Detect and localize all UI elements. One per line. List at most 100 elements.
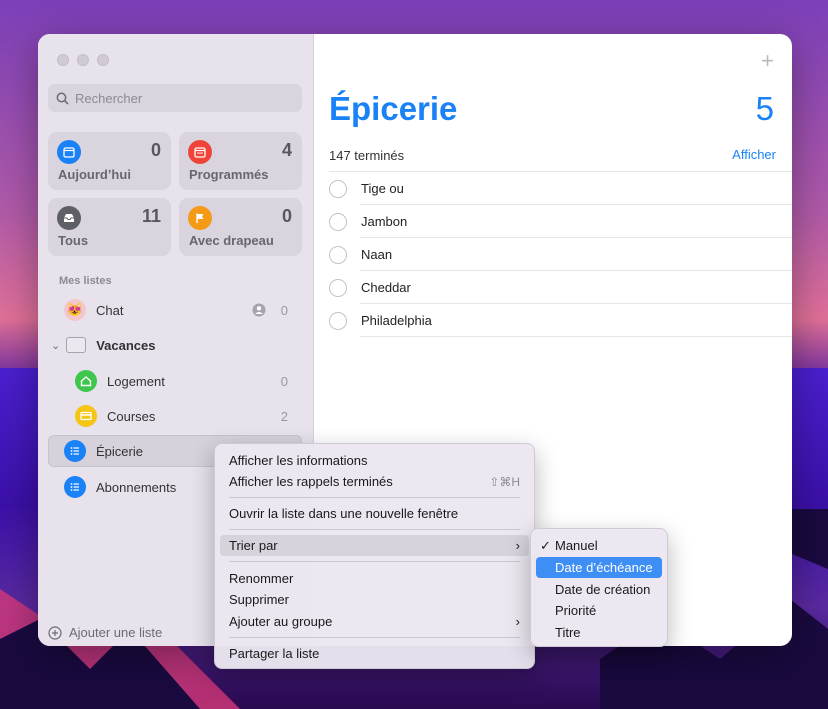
- task-checkbox[interactable]: [329, 179, 347, 198]
- sidebar-item-label: Courses: [107, 408, 156, 424]
- sidebar-item-label: Logement: [107, 373, 165, 389]
- sidebar-group-label: Vacances: [96, 337, 156, 353]
- smart-list-label: Avec drapeau: [189, 233, 274, 248]
- list-count: 5: [755, 90, 774, 127]
- task-checkbox[interactable]: [329, 311, 347, 330]
- sort-option-title[interactable]: Titre: [536, 622, 662, 643]
- smart-list-label: Aujourd’hui: [58, 167, 131, 182]
- menu-item-label: Renommer: [229, 571, 294, 586]
- smart-list-count: 0: [281, 206, 292, 226]
- task-title[interactable]: Philadelphia: [361, 313, 432, 328]
- sidebar-item-count: 2: [280, 408, 288, 424]
- menu-separator: [229, 637, 520, 638]
- sidebar-item-chat[interactable]: 😻 Chat 0: [48, 294, 302, 326]
- sidebar-item-label: Chat: [96, 302, 124, 318]
- menu-item-label: Date de création: [555, 582, 651, 597]
- sidebar-item-logement[interactable]: Logement 0: [48, 365, 302, 397]
- task-title[interactable]: Cheddar: [361, 280, 411, 295]
- task-title[interactable]: Naan: [361, 247, 392, 262]
- smart-list-all[interactable]: 11 Tous: [48, 198, 171, 256]
- sidebar-item-label: Épicerie: [96, 443, 143, 459]
- task-row[interactable]: Cheddar: [329, 271, 792, 304]
- search-input[interactable]: Rechercher: [48, 84, 302, 112]
- menu-item-share-list[interactable]: Partager la liste: [220, 643, 529, 664]
- menu-item-label: Priorité: [555, 603, 597, 618]
- task-row[interactable]: Jambon: [329, 205, 792, 238]
- list-icon: [64, 476, 86, 498]
- menu-item-rename[interactable]: Renommer: [220, 568, 529, 589]
- plus-circle-icon: [48, 625, 62, 640]
- task-row[interactable]: Tige ou: [329, 172, 792, 205]
- menu-item-label: Ajouter au groupe: [229, 614, 333, 629]
- completed-count: 147 terminés: [329, 148, 405, 163]
- sort-option-due-date[interactable]: Date d’échéance: [536, 557, 662, 578]
- sidebar-item-label: Abonnements: [96, 479, 177, 495]
- menu-item-show-info[interactable]: Afficher les informations: [220, 450, 529, 471]
- task-title[interactable]: Tige ou: [361, 181, 404, 196]
- folder-icon: [66, 337, 87, 353]
- sort-option-priority[interactable]: Priorité: [536, 600, 662, 621]
- menu-item-label: Supprimer: [229, 592, 289, 607]
- menu-separator: [229, 529, 520, 530]
- sort-option-creation-date[interactable]: Date de création: [536, 579, 662, 600]
- menu-item-open-new-window[interactable]: Ouvrir la liste dans une nouvelle fenêtr…: [220, 503, 529, 524]
- add-list-button[interactable]: Ajouter une liste: [48, 625, 162, 640]
- search-placeholder: Rechercher: [75, 90, 143, 106]
- chevron-right-icon: ›: [515, 538, 520, 553]
- chevron-right-icon: ›: [515, 614, 520, 629]
- menu-item-delete[interactable]: Supprimer: [220, 589, 529, 610]
- task-row[interactable]: Philadelphia: [329, 304, 792, 337]
- smart-list-scheduled[interactable]: 4 Programmés: [179, 132, 302, 190]
- calendar-today-icon: [57, 140, 81, 164]
- my-lists-heading: Mes listes: [59, 275, 112, 287]
- menu-item-show-completed[interactable]: Afficher les rappels terminés ⇧⌘H: [220, 471, 529, 492]
- close-button[interactable]: [57, 54, 69, 66]
- smart-list-label: Programmés: [189, 167, 269, 182]
- home-icon: [75, 370, 97, 392]
- smart-list-today[interactable]: 0 Aujourd’hui: [48, 132, 171, 190]
- sidebar-item-count: 0: [280, 302, 288, 318]
- menu-separator: [229, 561, 520, 562]
- context-menu: Afficher les informations Afficher les r…: [214, 443, 535, 669]
- flag-icon: [188, 206, 212, 230]
- menu-item-label: Afficher les informations: [229, 453, 368, 468]
- add-list-label: Ajouter une liste: [69, 625, 163, 640]
- menu-item-label: Titre: [555, 625, 581, 640]
- task-row[interactable]: Naan: [329, 238, 792, 271]
- list-icon: [64, 440, 86, 462]
- calendar-icon: [188, 140, 212, 164]
- divider: [360, 336, 792, 337]
- sidebar-item-courses[interactable]: Courses 2: [48, 400, 302, 432]
- task-checkbox[interactable]: [329, 278, 347, 297]
- menu-item-label: Trier par: [229, 538, 278, 553]
- window-controls: [57, 54, 109, 66]
- menu-item-label: Afficher les rappels terminés: [229, 474, 393, 489]
- menu-item-label: Date d’échéance: [555, 560, 653, 575]
- show-completed-link[interactable]: Afficher: [732, 147, 776, 162]
- minimize-button[interactable]: [77, 54, 89, 66]
- menu-item-label: Partager la liste: [229, 646, 320, 661]
- menu-separator: [229, 497, 520, 498]
- cat-icon: 😻: [64, 299, 86, 321]
- task-checkbox[interactable]: [329, 212, 347, 231]
- smart-list-count: 0: [150, 140, 161, 160]
- card-icon: [75, 405, 97, 427]
- task-title[interactable]: Jambon: [361, 214, 407, 229]
- sidebar-group-vacances[interactable]: ⌄ Vacances: [48, 329, 302, 361]
- zoom-button[interactable]: [97, 54, 109, 66]
- tray-icon: [57, 206, 81, 230]
- smart-list-label: Tous: [58, 233, 89, 248]
- task-checkbox[interactable]: [329, 245, 347, 264]
- sidebar-item-count: 0: [280, 373, 288, 389]
- smart-list-flagged[interactable]: 0 Avec drapeau: [179, 198, 302, 256]
- sort-option-manual[interactable]: ✓ Manuel: [536, 535, 662, 556]
- list-title: Épicerie: [329, 90, 458, 127]
- add-reminder-button[interactable]: +: [761, 48, 774, 74]
- menu-item-sort-by[interactable]: Trier par ›: [220, 535, 529, 556]
- shared-person-icon: [252, 303, 266, 317]
- search-icon: [56, 92, 69, 105]
- menu-item-label: Ouvrir la liste dans une nouvelle fenêtr…: [229, 506, 459, 521]
- chevron-down-icon[interactable]: ⌄: [51, 339, 60, 352]
- menu-item-add-to-group[interactable]: Ajouter au groupe ›: [220, 611, 529, 632]
- checkmark-icon: ✓: [540, 537, 551, 553]
